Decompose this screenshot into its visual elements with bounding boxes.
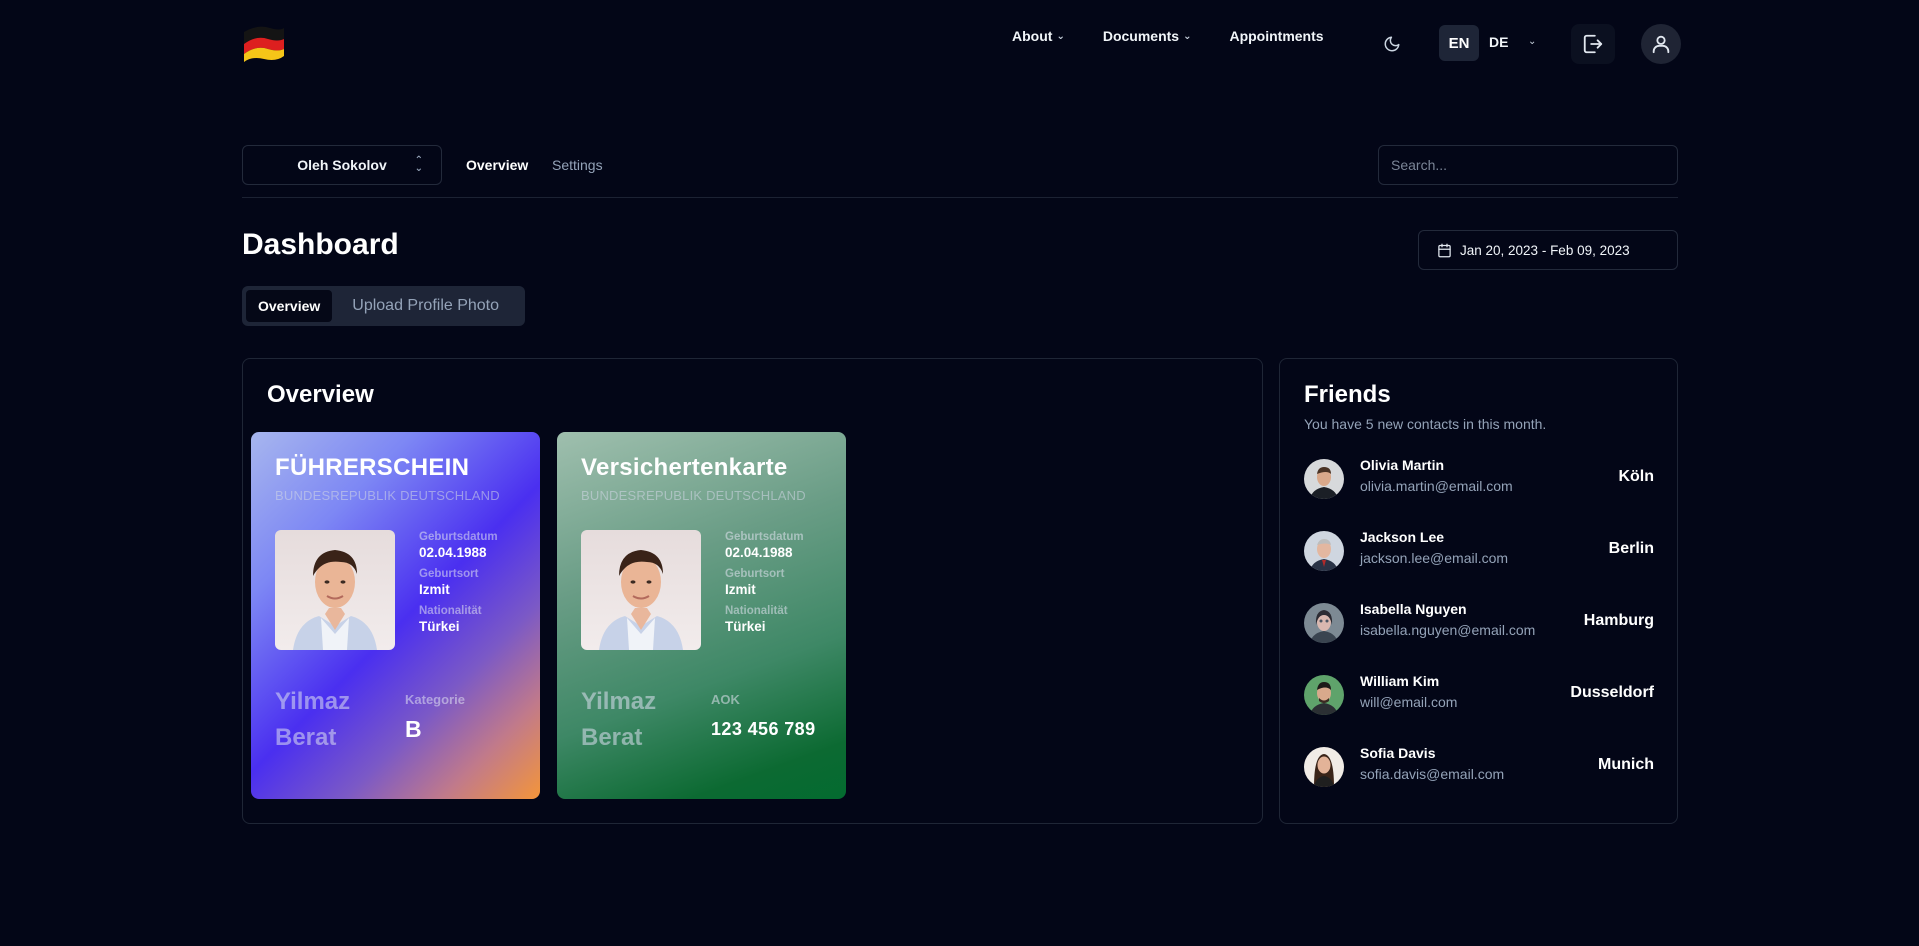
- card-subtitle: BUNDESREPUBLIK DEUTSCHLAND: [581, 488, 806, 503]
- chevron-up-down-icon: ⌃ ⌄: [414, 155, 423, 174]
- friend-item[interactable]: Olivia Martin olivia.martin@email.com Kö…: [1304, 457, 1654, 501]
- overview-title: Overview: [267, 381, 374, 408]
- card-fields: Geburtsdatum 02.04.1988 Geburtsort Izmit…: [419, 531, 539, 642]
- friend-name: Isabella Nguyen: [1360, 601, 1467, 617]
- top-navigation: About ⌄ Documents ⌄ Appointments EN DE ⌄: [0, 0, 1919, 88]
- avatar: [1304, 603, 1344, 643]
- chevron-down-icon: ⌄: [1183, 30, 1192, 42]
- user-icon: [1652, 35, 1670, 54]
- insurance-card[interactable]: Versichertenkarte BUNDESREPUBLIK DEUTSCH…: [557, 432, 846, 799]
- nav-appointments[interactable]: Appointments: [1229, 28, 1323, 44]
- friend-city: Berlin: [1608, 540, 1654, 557]
- card-fields: Geburtsdatum 02.04.1988 Geburtsort Izmit…: [725, 531, 845, 642]
- tab-overview[interactable]: Overview: [246, 290, 333, 322]
- dashboard-tabs: Overview Upload Profile Photo: [242, 286, 525, 326]
- profile-photo: [275, 530, 395, 650]
- nav-about-label: About: [1012, 28, 1053, 44]
- avatar: [1304, 459, 1344, 499]
- chevron-down-icon: ⌄: [1056, 30, 1065, 42]
- friend-email: will@email.com: [1360, 694, 1458, 710]
- card-extra-value: 123 456 789: [711, 719, 816, 739]
- friend-city: Dusseldorf: [1570, 684, 1654, 701]
- subnav-settings[interactable]: Settings: [552, 157, 603, 173]
- moon-icon: [1384, 36, 1400, 52]
- friend-name: Sofia Davis: [1360, 745, 1436, 761]
- profile-photo: [581, 530, 701, 650]
- field-value: Izmit: [725, 582, 756, 597]
- card-given-name: Berat: [275, 724, 337, 751]
- field-value: Türkei: [419, 619, 460, 634]
- friend-name: Jackson Lee: [1360, 529, 1445, 545]
- card-holder-name: Yilmaz Berat: [275, 684, 350, 756]
- friend-email: jackson.lee@email.com: [1360, 550, 1509, 566]
- germany-flag-logo[interactable]: [240, 24, 286, 64]
- subnav-overview[interactable]: Overview: [466, 157, 528, 173]
- field-value: 02.04.1988: [419, 545, 487, 560]
- friend-email: sofia.davis@email.com: [1360, 766, 1505, 782]
- friend-city: Munich: [1598, 756, 1654, 773]
- friend-city: Köln: [1618, 468, 1654, 485]
- friends-subtitle: You have 5 new contacts in this month.: [1304, 416, 1547, 432]
- field-label: Geburtsdatum: [419, 531, 498, 543]
- calendar-icon: [1438, 243, 1451, 257]
- date-range-picker[interactable]: Jan 20, 2023 - Feb 09, 2023: [1418, 230, 1678, 270]
- nav-documents-label: Documents: [1102, 28, 1180, 44]
- card-surname: Yilmaz: [581, 688, 657, 715]
- tab-upload-profile-photo[interactable]: Upload Profile Photo: [340, 290, 511, 322]
- friend-name: William Kim: [1360, 673, 1440, 689]
- logout-icon: [1583, 34, 1603, 54]
- card-given-name: Berat: [581, 724, 643, 751]
- logout-button[interactable]: [1571, 24, 1615, 64]
- account-name: Oleh Sokolov: [297, 157, 387, 173]
- date-range-label: Jan 20, 2023 - Feb 09, 2023: [1460, 242, 1630, 258]
- friend-email: olivia.martin@email.com: [1360, 478, 1513, 494]
- friend-item[interactable]: Isabella Nguyen isabella.nguyen@email.co…: [1304, 601, 1654, 645]
- card-title: Versichertenkarte: [581, 454, 788, 481]
- user-profile-button[interactable]: [1641, 24, 1681, 64]
- avatar: [1304, 747, 1344, 787]
- friend-name: Olivia Martin: [1360, 457, 1445, 473]
- field-label: Geburtsdatum: [725, 531, 804, 543]
- field-value: Türkei: [725, 619, 766, 634]
- language-chevron-down-icon[interactable]: ⌄: [1528, 36, 1536, 47]
- field-label: Nationalität: [725, 605, 788, 617]
- card-extra-value: B: [405, 716, 422, 742]
- language-de-option[interactable]: DE: [1489, 34, 1508, 50]
- card-subtitle: BUNDESREPUBLIK DEUTSCHLAND: [275, 488, 500, 503]
- card-holder-name: Yilmaz Berat: [581, 684, 656, 756]
- theme-toggle-button[interactable]: [1372, 24, 1412, 64]
- field-label: Geburtsort: [419, 568, 479, 580]
- avatar: [1304, 675, 1344, 715]
- card-surname: Yilmaz: [275, 688, 351, 715]
- nav-about[interactable]: About ⌄: [1012, 28, 1065, 44]
- nav-appointments-label: Appointments: [1229, 28, 1324, 44]
- card-extra-label: Kategorie: [405, 692, 465, 707]
- field-value: 02.04.1988: [725, 545, 793, 560]
- field-value: Izmit: [419, 582, 450, 597]
- language-en-button[interactable]: EN: [1439, 25, 1479, 61]
- friend-item[interactable]: Sofia Davis sofia.davis@email.com Munich: [1304, 745, 1654, 789]
- nav-documents[interactable]: Documents ⌄: [1103, 28, 1192, 44]
- drivers-license-card[interactable]: FÜHRERSCHEIN BUNDESREPUBLIK DEUTSCHLAND …: [251, 432, 540, 799]
- page-title: Dashboard: [242, 228, 399, 261]
- search-input[interactable]: [1378, 145, 1678, 185]
- friend-item[interactable]: Jackson Lee jackson.lee@email.com Berlin: [1304, 529, 1654, 573]
- friends-panel: Friends You have 5 new contacts in this …: [1279, 358, 1678, 824]
- friends-title: Friends: [1304, 381, 1391, 408]
- friend-city: Hamburg: [1583, 612, 1654, 629]
- field-label: Nationalität: [419, 605, 482, 617]
- header-divider: [242, 197, 1678, 198]
- card-extra-label: AOK: [711, 692, 740, 707]
- avatar: [1304, 531, 1344, 571]
- friend-email: isabella.nguyen@email.com: [1360, 622, 1536, 638]
- card-title: FÜHRERSCHEIN: [275, 454, 470, 481]
- friend-item[interactable]: William Kim will@email.com Dusseldorf: [1304, 673, 1654, 717]
- account-switcher[interactable]: Oleh Sokolov ⌃ ⌄: [242, 145, 442, 185]
- field-label: Geburtsort: [725, 568, 785, 580]
